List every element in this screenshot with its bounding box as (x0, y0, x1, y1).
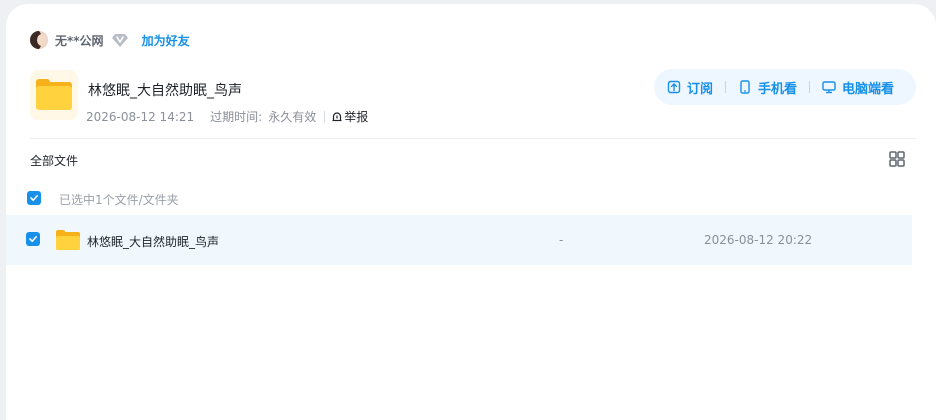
breadcrumb-all-files[interactable]: 全部文件 (30, 152, 78, 169)
sharer-info: 无**公网 加为好友 (30, 30, 190, 50)
file-name[interactable]: 林悠眠_大自然助眠_鸟声 (87, 233, 219, 250)
report-icon (332, 111, 342, 121)
mobile-view-button[interactable]: 手机看 (738, 78, 797, 97)
subscribe-icon (667, 80, 681, 94)
report-label: 举报 (344, 110, 369, 124)
share-meta: 2026-08-12 14:21 过期时间: 永久有效 举报 (86, 108, 368, 125)
section-divider (30, 138, 916, 139)
checkmark-icon (30, 195, 38, 201)
sharer-name: 无**公网 (55, 33, 104, 48)
select-all-checkbox[interactable] (27, 191, 41, 205)
add-friend-link[interactable]: 加为好友 (142, 32, 190, 49)
report-button[interactable]: 举报 (331, 108, 368, 125)
share-created-time: 2026-08-12 14:21 (86, 109, 195, 124)
phone-icon (740, 80, 750, 94)
row-checkbox[interactable] (26, 232, 40, 246)
folder-large-icon (30, 70, 78, 120)
file-size: - (559, 233, 564, 247)
grid-view-icon[interactable] (889, 151, 905, 167)
table-row[interactable]: 林悠眠_大自然助眠_鸟声 - 2026-08-12 20:22 (6, 215, 912, 265)
share-page-card: 无**公网 加为好友 林悠眠_大自然助眠_鸟声 2026-08-12 14:21… (6, 4, 936, 420)
meta-divider (324, 110, 326, 123)
avatar[interactable] (30, 31, 48, 49)
folder-icon (56, 230, 80, 250)
action-bar: 订阅 手机看 电脑端看 (654, 69, 916, 105)
selection-info: 已选中1个文件/文件夹 (59, 193, 179, 207)
action-divider (725, 81, 727, 93)
desktop-view-label: 电脑端看 (842, 81, 895, 97)
file-date: 2026-08-12 20:22 (704, 233, 813, 247)
desktop-view-button[interactable]: 电脑端看 (822, 78, 894, 97)
subscribe-label: 订阅 (687, 81, 714, 97)
vip-diamond-icon (111, 34, 128, 47)
checkmark-icon (29, 236, 37, 242)
expiry-value: 永久有效 (268, 110, 317, 124)
monitor-icon (822, 81, 836, 94)
share-title: 林悠眠_大自然助眠_鸟声 (88, 83, 242, 99)
subscribe-button[interactable]: 订阅 (667, 78, 713, 97)
expiry-label: 过期时间: (210, 110, 263, 124)
mobile-view-label: 手机看 (758, 81, 798, 97)
action-divider (809, 81, 811, 93)
